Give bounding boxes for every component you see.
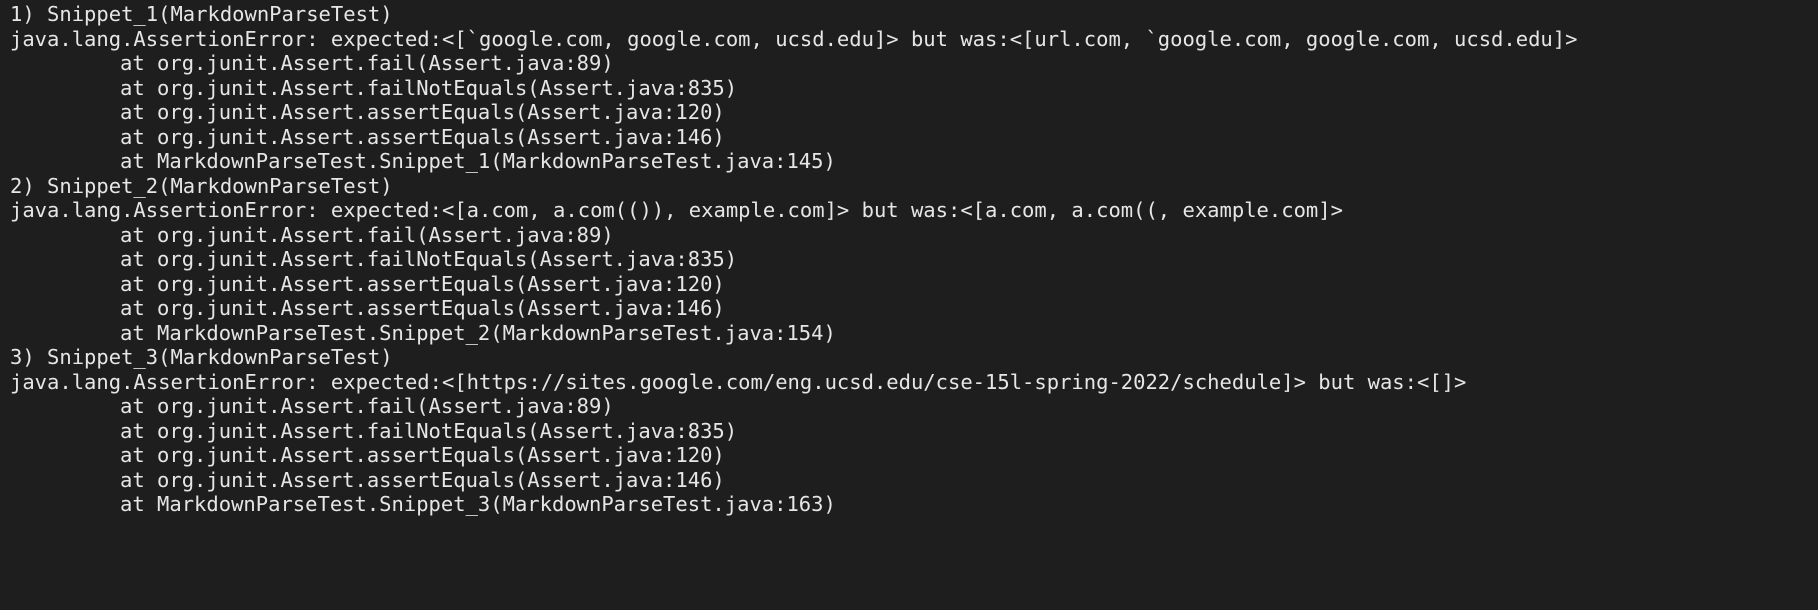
stack-frame-line: at org.junit.Assert.assertEquals(Assert.…: [120, 100, 725, 124]
stack-frame-line: at org.junit.Assert.assertEquals(Assert.…: [120, 124, 725, 149]
assertion-error-line: java.lang.AssertionError: expected:<[a.c…: [10, 198, 1343, 222]
stack-frame-line: at org.junit.Assert.fail(Assert.java:89): [120, 51, 614, 75]
stack-frame-line: at org.junit.Assert.failNotEquals(Assert…: [120, 247, 738, 271]
partial-top-line: ─ ─ ─ ─ ─ ─: [10, 0, 146, 7]
stack-frame-line: at org.junit.Assert.fail(Assert.java:89): [120, 394, 614, 418]
terminal-lines: 1) Snippet_1(MarkdownParseTest) java.lan…: [10, 2, 1818, 517]
stack-frame-line: at MarkdownParseTest.Snippet_2(MarkdownP…: [120, 320, 836, 345]
test-failure-header: 1) Snippet_1(MarkdownParseTest): [10, 2, 393, 26]
stack-frame-line: at MarkdownParseTest.Snippet_3(MarkdownP…: [120, 492, 836, 516]
terminal-output[interactable]: ─ ─ ─ ─ ─ ─ 1) Snippet_1(MarkdownParseTe…: [0, 0, 1818, 610]
stack-frame-line: at org.junit.Assert.failNotEquals(Assert…: [120, 75, 738, 100]
stack-frame-line: at org.junit.Assert.assertEquals(Assert.…: [120, 443, 725, 467]
stack-frame-line: at org.junit.Assert.assertEquals(Assert.…: [120, 271, 725, 296]
stack-frame-line: at org.junit.Assert.fail(Assert.java:89): [120, 222, 614, 247]
stack-frame-line: at org.junit.Assert.failNotEquals(Assert…: [120, 418, 738, 443]
stack-frame-line: at MarkdownParseTest.Snippet_1(MarkdownP…: [120, 149, 836, 173]
test-failure-header: 2) Snippet_2(MarkdownParseTest): [10, 173, 393, 198]
test-failure-header: 3) Snippet_3(MarkdownParseTest): [10, 345, 393, 369]
stack-frame-line: at org.junit.Assert.assertEquals(Assert.…: [120, 296, 725, 320]
assertion-error-line: java.lang.AssertionError: expected:<[htt…: [10, 369, 1467, 394]
assertion-error-line: java.lang.AssertionError: expected:<[`go…: [10, 26, 1578, 51]
stack-frame-line: at org.junit.Assert.assertEquals(Assert.…: [120, 467, 725, 492]
